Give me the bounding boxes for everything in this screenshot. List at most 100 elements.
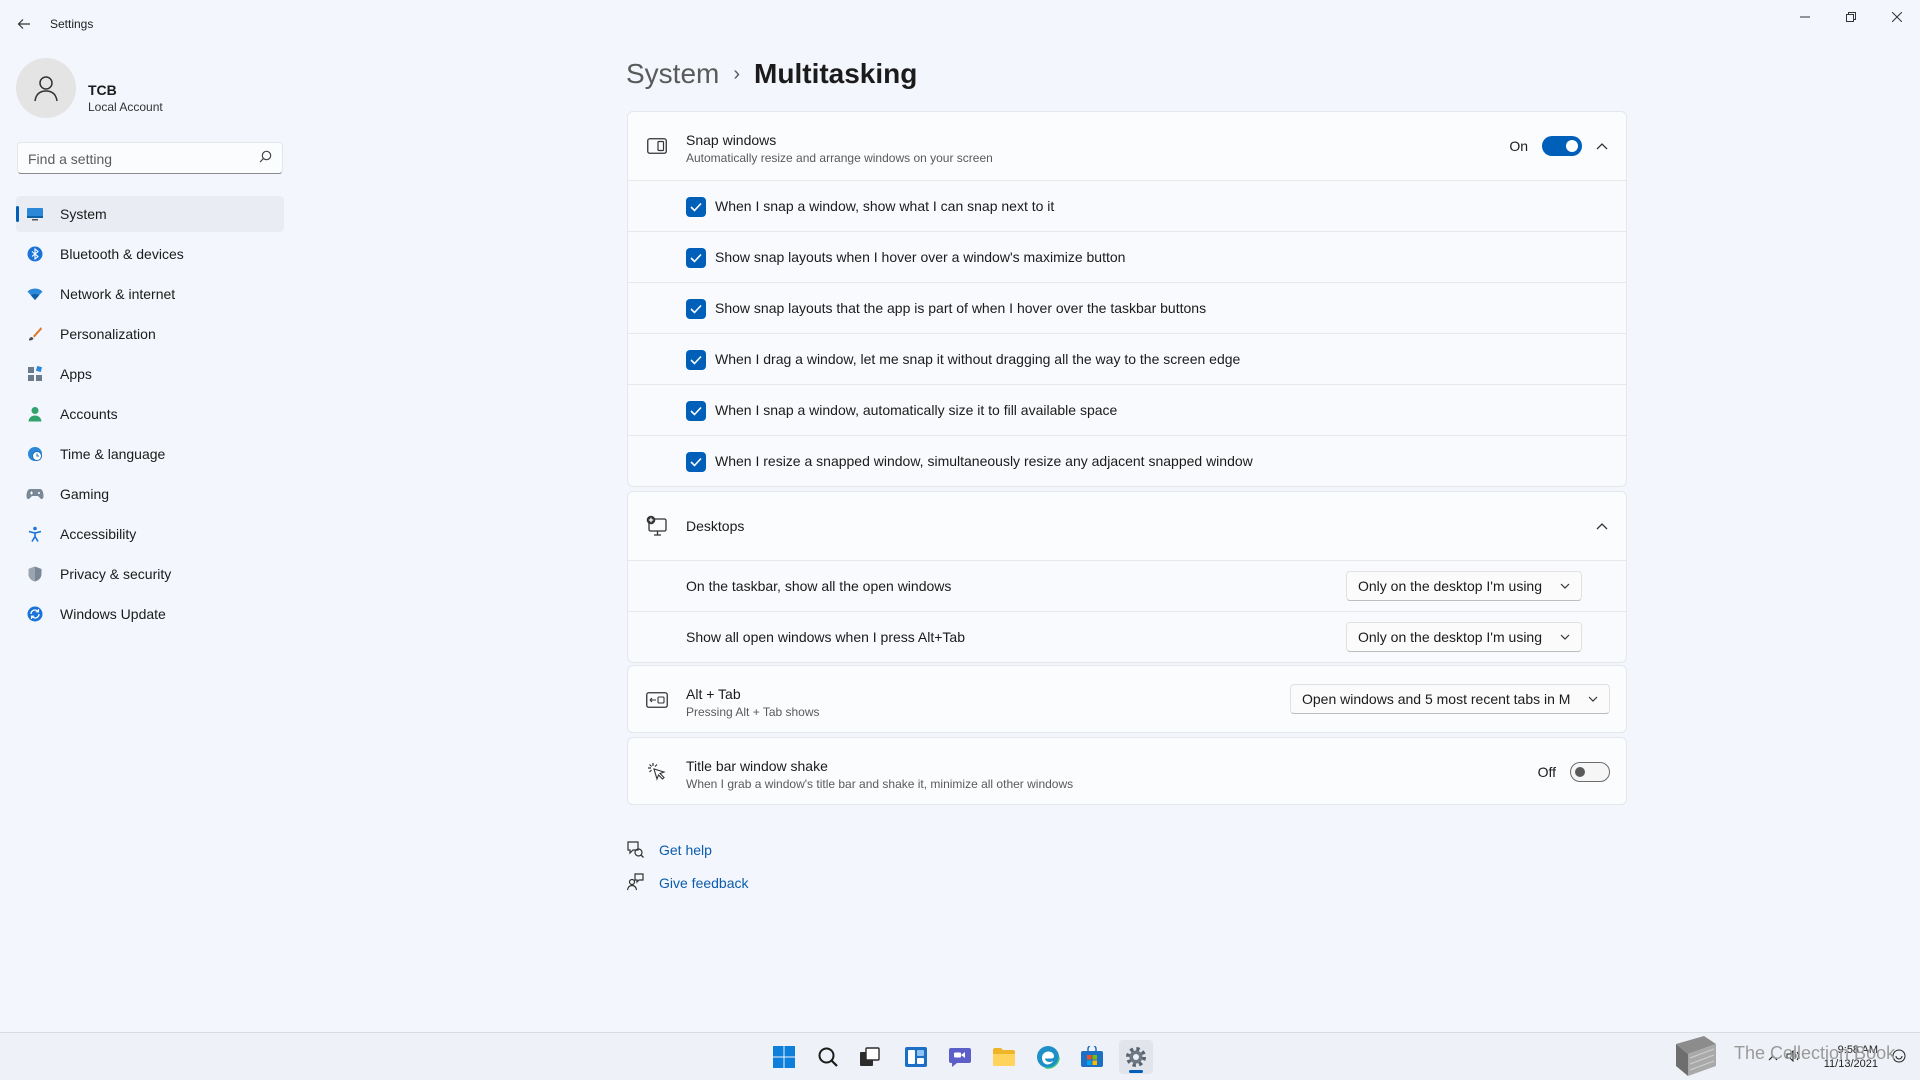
- title-bar: Settings: [0, 0, 1920, 48]
- window-shake-toggle[interactable]: [1570, 762, 1610, 782]
- shield-icon: [26, 565, 44, 583]
- snap-option-label: Show snap layouts when I hover over a wi…: [715, 249, 1126, 265]
- snap-windows-toggle[interactable]: [1542, 136, 1582, 156]
- sidebar-item-bluetooth[interactable]: Bluetooth & devices: [16, 236, 284, 272]
- sidebar-item-windows-update[interactable]: Windows Update: [16, 596, 284, 632]
- file-explorer-button[interactable]: [987, 1040, 1021, 1074]
- search-input[interactable]: [28, 149, 248, 169]
- chat-icon: [949, 1048, 971, 1067]
- start-button[interactable]: [767, 1040, 801, 1074]
- window-shake-toggle-label: Off: [1537, 764, 1556, 780]
- back-button[interactable]: [12, 12, 36, 36]
- sidebar-item-accounts[interactable]: Accounts: [16, 396, 284, 432]
- snap-option-label: When I snap a window, automatically size…: [715, 402, 1118, 418]
- search-box[interactable]: [17, 142, 283, 174]
- breadcrumb-parent[interactable]: System: [626, 58, 719, 90]
- task-view-icon: [860, 1047, 880, 1066]
- gamepad-icon: [26, 485, 44, 503]
- snap-windows-header[interactable]: Snap windows Automatically resize and ar…: [628, 112, 1626, 180]
- sidebar-item-label: Time & language: [60, 446, 166, 462]
- snap-option-checkbox[interactable]: [686, 248, 706, 268]
- widgets-button[interactable]: [899, 1040, 933, 1074]
- snap-option-checkbox[interactable]: [686, 299, 706, 319]
- sidebar-item-label: Network & internet: [60, 286, 176, 302]
- sidebar-item-label: System: [60, 206, 107, 222]
- sidebar: TCB Local Account System Bluetooth & dev…: [0, 48, 300, 1028]
- sidebar-item-network[interactable]: Network & internet: [16, 276, 284, 312]
- sidebar-item-system[interactable]: System: [16, 196, 284, 232]
- feedback-icon: [626, 873, 644, 891]
- update-icon: [26, 605, 44, 623]
- check-icon: [690, 304, 702, 314]
- sidebar-item-time-language[interactable]: Time & language: [16, 436, 284, 472]
- sidebar-item-label: Windows Update: [60, 606, 166, 622]
- snap-option-checkbox[interactable]: [686, 350, 706, 370]
- settings-app-button[interactable]: [1119, 1040, 1153, 1074]
- taskbar-search-button[interactable]: [811, 1040, 845, 1074]
- sidebar-item-gaming[interactable]: Gaming: [16, 476, 284, 512]
- sidebar-item-label: Personalization: [60, 326, 156, 342]
- get-help-link-row[interactable]: Get help: [626, 836, 826, 869]
- sidebar-item-accessibility[interactable]: Accessibility: [16, 516, 284, 552]
- edge-icon: [1036, 1045, 1060, 1069]
- snap-option-checkbox[interactable]: [686, 197, 706, 217]
- chevron-down-icon: [1557, 578, 1573, 594]
- desktops-header[interactable]: Desktops: [628, 492, 1626, 560]
- widgets-icon: [905, 1047, 927, 1067]
- desktops-alttab-row: Show all open windows when I press Alt+T…: [628, 611, 1626, 662]
- desktops-taskbar-dropdown[interactable]: Only on the desktop I'm using: [1346, 571, 1582, 601]
- accessibility-icon: [26, 525, 44, 543]
- desktops-alttab-label: Show all open windows when I press Alt+T…: [686, 629, 965, 645]
- restore-button[interactable]: [1828, 0, 1874, 34]
- chevron-up-icon[interactable]: [1592, 136, 1612, 156]
- check-icon: [690, 457, 702, 467]
- sidebar-item-apps[interactable]: Apps: [16, 356, 284, 392]
- snap-option-label: When I drag a window, let me snap it wit…: [715, 351, 1241, 367]
- chat-button[interactable]: [943, 1040, 977, 1074]
- snap-windows-description: Automatically resize and arrange windows…: [686, 151, 993, 165]
- snap-windows-title: Snap windows: [686, 132, 777, 148]
- window-shake-icon: [646, 762, 668, 782]
- gear-icon: [1126, 1047, 1146, 1067]
- search-icon: [818, 1047, 838, 1067]
- snap-option-checkbox[interactable]: [686, 452, 706, 472]
- watermark: The Collection Book: [1668, 1028, 1895, 1080]
- brush-icon: [26, 325, 44, 343]
- taskbar: 9:58 AM 11/13/2021: [0, 1032, 1920, 1080]
- sidebar-item-personalization[interactable]: Personalization: [16, 316, 284, 352]
- close-button[interactable]: [1874, 0, 1920, 34]
- edge-button[interactable]: [1031, 1040, 1065, 1074]
- alttab-description: Pressing Alt + Tab shows: [686, 705, 820, 719]
- give-feedback-link[interactable]: Give feedback: [659, 875, 749, 891]
- task-view-button[interactable]: [853, 1040, 887, 1074]
- desktops-alttab-dropdown[interactable]: Only on the desktop I'm using: [1346, 622, 1582, 652]
- snap-windows-card: Snap windows Automatically resize and ar…: [627, 111, 1627, 487]
- minimize-icon: [1800, 16, 1810, 18]
- chevron-up-icon[interactable]: [1592, 516, 1612, 536]
- alttab-dropdown[interactable]: Open windows and 5 most recent tabs in M: [1290, 684, 1610, 714]
- minimize-button[interactable]: [1782, 0, 1828, 34]
- user-profile[interactable]: TCB Local Account: [16, 58, 286, 118]
- snap-option-row: When I resize a snapped window, simultan…: [628, 435, 1626, 486]
- give-feedback-link-row[interactable]: Give feedback: [626, 869, 826, 902]
- page-title: Multitasking: [754, 58, 918, 89]
- chevron-down-icon: [1585, 691, 1601, 707]
- dropdown-value: Only on the desktop I'm using: [1358, 578, 1542, 594]
- snap-option-label: Show snap layouts that the app is part o…: [715, 300, 1207, 316]
- snap-option-row: When I snap a window, automatically size…: [628, 384, 1626, 435]
- sidebar-item-label: Accessibility: [60, 526, 137, 542]
- apps-icon: [26, 365, 44, 383]
- alttab-icon: [646, 690, 668, 710]
- store-button[interactable]: [1075, 1040, 1109, 1074]
- snap-option-checkbox[interactable]: [686, 401, 706, 421]
- snap-option-label: When I snap a window, show what I can sn…: [715, 198, 1055, 214]
- sidebar-item-label: Accounts: [60, 406, 118, 422]
- alttab-title: Alt + Tab: [686, 686, 741, 702]
- alttab-header: Alt + Tab Pressing Alt + Tab shows Open …: [628, 666, 1626, 734]
- help-icon: [626, 840, 644, 858]
- person-icon: [34, 76, 58, 102]
- alttab-card: Alt + Tab Pressing Alt + Tab shows Open …: [627, 665, 1627, 733]
- get-help-link[interactable]: Get help: [659, 842, 712, 858]
- sidebar-item-privacy-security[interactable]: Privacy & security: [16, 556, 284, 592]
- nav-list: System Bluetooth & devices Network & int…: [16, 196, 284, 636]
